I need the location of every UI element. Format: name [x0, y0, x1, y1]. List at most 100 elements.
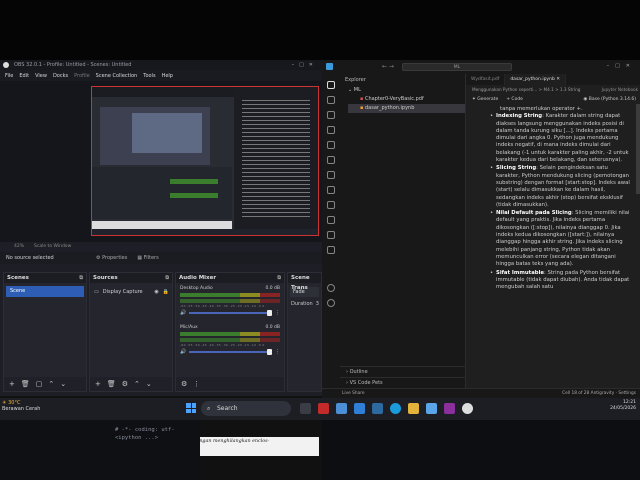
vscode-taskbar-icon[interactable]: [354, 403, 365, 414]
channel-name: Mic/Aux: [180, 325, 198, 330]
add-icon[interactable]: +: [9, 380, 15, 388]
gear-icon[interactable]: ⚙: [181, 380, 187, 388]
trash-icon[interactable]: 🗑: [107, 380, 116, 388]
vscode-logo-icon: [326, 63, 333, 70]
jupyter-icon[interactable]: [327, 216, 335, 224]
app-icon[interactable]: [444, 403, 455, 414]
menu-tools[interactable]: Tools: [143, 73, 155, 79]
scale-mode[interactable]: Scale to Window: [34, 244, 71, 249]
generate-button[interactable]: ✦ Generate: [472, 97, 498, 102]
kebab-icon[interactable]: ⋮: [193, 380, 200, 388]
file-pdf[interactable]: ▪ Chapter0-VeryBasic.pdf: [348, 95, 465, 104]
square-icon[interactable]: ▢: [36, 380, 43, 388]
vscode-pets-section[interactable]: › VS Code Pets: [340, 377, 466, 388]
taskbar-search[interactable]: ⌕ Search: [201, 401, 291, 416]
background-code-strip: # -*- coding: utf- <ipython ...>: [0, 420, 200, 480]
dock-menu-icon[interactable]: ⧉: [165, 273, 169, 283]
explorer-panel: Explorer ⌄ ML ▪ Chapter0-VeryBasic.pdf ▪…: [340, 74, 466, 388]
outline-section[interactable]: › Outline: [340, 366, 466, 377]
chat-icon[interactable]: [327, 231, 335, 239]
app-icon[interactable]: [426, 403, 437, 414]
dock-menu-icon[interactable]: ⧉: [277, 273, 281, 283]
zoom-level[interactable]: 42%: [14, 244, 24, 249]
editor-scrollbar[interactable]: [636, 104, 640, 194]
kebab-icon[interactable]: ⋮: [275, 349, 280, 355]
kebab-icon[interactable]: ⋮: [275, 310, 280, 316]
source-control-icon[interactable]: [327, 111, 335, 119]
app-icon[interactable]: [372, 403, 383, 414]
database-icon[interactable]: [327, 246, 335, 254]
outline-label: Outline: [349, 369, 368, 375]
nav-arrows-icon[interactable]: ← →: [382, 63, 394, 70]
obs-taskbar-icon[interactable]: [462, 403, 473, 414]
mixer-channel-desktop: Desktop Audio 0.0 dB -60 -55 -50 -45 -40 …: [176, 283, 284, 316]
weather-widget[interactable]: ☀ 30°C Berawan Cerah: [2, 400, 40, 412]
add-code-button[interactable]: + Code: [506, 97, 523, 102]
edge-icon[interactable]: [390, 403, 401, 414]
command-center-search[interactable]: ML: [402, 63, 512, 71]
app-blue-icon[interactable]: [336, 403, 347, 414]
preview-taskbar: [92, 229, 318, 235]
volume-slider-knob[interactable]: [267, 349, 272, 355]
arrow-down-icon[interactable]: ⌄: [60, 380, 66, 388]
duration-row: Duration 3: [288, 301, 321, 307]
menu-scene-collection[interactable]: Scene Collection: [96, 73, 138, 79]
speaker-icon[interactable]: 🔊: [180, 349, 186, 355]
trash-icon[interactable]: 🗑: [21, 380, 30, 388]
docker-icon[interactable]: [327, 201, 335, 209]
folder-icon[interactable]: [408, 403, 419, 414]
arrow-up-icon[interactable]: ⌃: [48, 380, 54, 388]
extensions-icon[interactable]: [327, 141, 335, 149]
source-row[interactable]: ▭ Display Capture ◉ 🔒: [90, 286, 172, 297]
start-button[interactable]: [186, 403, 196, 413]
menu-edit[interactable]: Edit: [19, 73, 29, 79]
python-icon[interactable]: [327, 186, 335, 194]
tab-notebook[interactable]: dasar_python.ipynb ✕: [505, 74, 567, 85]
sources-title: Sources: [93, 275, 118, 281]
mixer-title: Audio Mixer: [179, 275, 217, 281]
file-ipynb[interactable]: ▪ dasar_python.ipynb: [348, 104, 465, 113]
folder-ml[interactable]: ⌄ ML: [348, 86, 465, 95]
arrow-down-icon[interactable]: ⌄: [146, 380, 152, 388]
files-icon[interactable]: [327, 81, 335, 89]
remote-icon[interactable]: [327, 156, 335, 164]
menu-file[interactable]: File: [5, 73, 13, 79]
run-debug-icon[interactable]: [327, 126, 335, 134]
scene-list-item[interactable]: Scene: [6, 286, 84, 297]
gear-icon[interactable]: [327, 299, 335, 307]
menu-profile[interactable]: Profile: [74, 73, 90, 79]
dock-menu-icon[interactable]: ⧉: [79, 273, 83, 283]
duration-input[interactable]: 3: [316, 301, 319, 307]
breadcrumb-path[interactable]: Menggunakan Python seperti... > M4.1 > 1…: [472, 87, 580, 92]
kernel-picker[interactable]: ◉ Base (Python 3.14.6): [583, 97, 636, 102]
menu-view[interactable]: View: [35, 73, 47, 79]
lock-icon[interactable]: 🔒: [163, 289, 169, 295]
status-right[interactable]: Cell 18 of 28 Antigravity · Settings: [562, 389, 636, 398]
menu-docks[interactable]: Docks: [53, 73, 68, 79]
properties-button[interactable]: ⚙ Properties: [96, 255, 127, 261]
preview-canvas[interactable]: [91, 86, 319, 236]
volume-slider[interactable]: [189, 349, 272, 355]
filters-button[interactable]: ▦ Filters: [137, 255, 158, 261]
vscode-window-controls[interactable]: –□✕: [607, 63, 636, 69]
volume-slider-knob[interactable]: [267, 310, 272, 316]
test-icon[interactable]: [327, 171, 335, 179]
close-icon[interactable]: ✕: [556, 77, 560, 82]
gear-icon[interactable]: ⚙: [122, 380, 128, 388]
menu-help[interactable]: Help: [162, 73, 173, 79]
volume-meter: [180, 299, 280, 303]
app-red-icon[interactable]: [318, 403, 329, 414]
arrow-up-icon[interactable]: ⌃: [134, 380, 140, 388]
eye-icon[interactable]: ◉: [154, 289, 158, 295]
bullet-default-slicing: Nilai Default pada Slicing: Slicing memi…: [490, 210, 632, 268]
volume-slider[interactable]: [189, 310, 272, 316]
obs-window-controls[interactable]: –□✕: [292, 60, 318, 70]
task-view-icon[interactable]: [300, 403, 311, 414]
add-icon[interactable]: +: [95, 380, 101, 388]
tab-pdf[interactable]: Wydfasit.pdf: [466, 74, 506, 85]
system-tray[interactable]: 12:21 24/05/2026: [610, 400, 636, 412]
speaker-icon[interactable]: 🔊: [180, 310, 186, 316]
live-share-status[interactable]: Live Share: [342, 389, 365, 398]
search-icon[interactable]: [327, 96, 335, 104]
account-icon[interactable]: [327, 284, 335, 292]
